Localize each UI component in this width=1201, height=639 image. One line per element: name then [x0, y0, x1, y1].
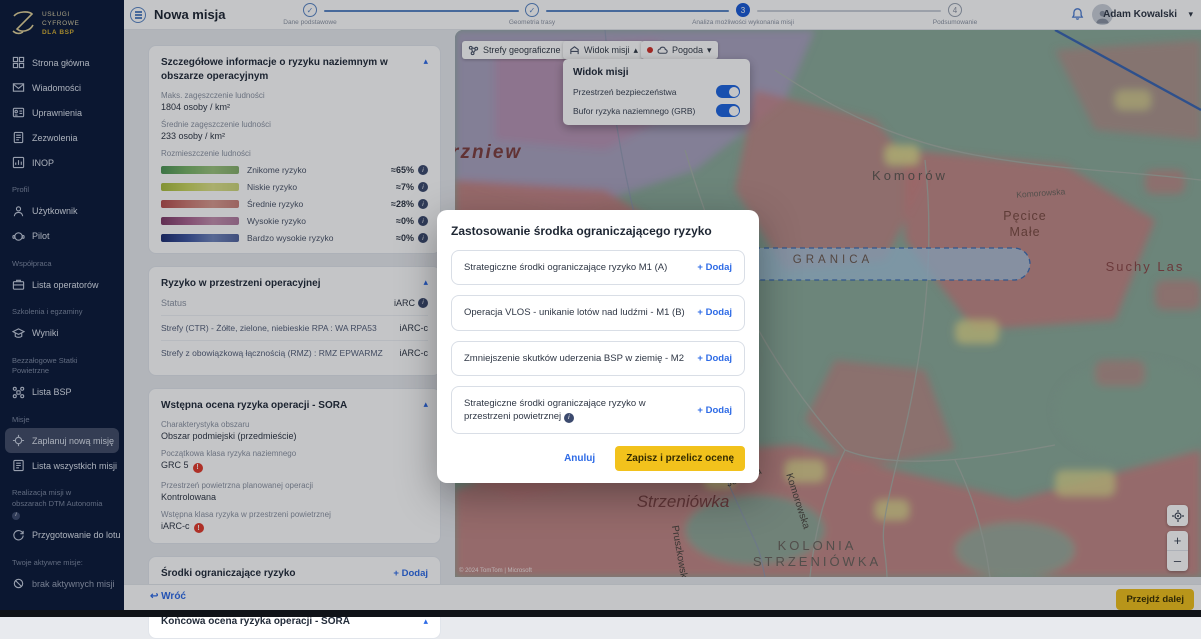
mitigation-label: Strategiczne środki ograniczające ryzyko…	[464, 261, 667, 274]
mitigation-row-airspace: Strategiczne środki ograniczające ryzyko…	[451, 386, 745, 435]
plus-icon: +	[697, 262, 703, 273]
mitigation-modal: Zastosowanie środka ograniczającego ryzy…	[437, 210, 759, 483]
add-m2-button[interactable]: + Dodaj	[697, 353, 732, 364]
mitigation-row-m2: Zmniejszenie skutków uderzenia BSP w zie…	[451, 341, 745, 376]
add-m1a-button[interactable]: + Dodaj	[697, 262, 732, 273]
cancel-button[interactable]: Anuluj	[564, 453, 595, 464]
mitigation-row-m1b: Operacja VLOS - unikanie lotów nad ludźm…	[451, 295, 745, 330]
plus-icon: +	[697, 307, 703, 318]
mitigation-label: Zmniejszenie skutków uderzenia BSP w zie…	[464, 352, 684, 365]
mitigation-label: Strategiczne środki ograniczające ryzyko…	[464, 397, 674, 424]
plus-icon: +	[697, 353, 703, 364]
collapse-chevron-icon[interactable]: ▴	[423, 616, 428, 627]
save-recalculate-button[interactable]: Zapisz i przelicz ocenę	[615, 446, 745, 471]
mitigation-row-m1a: Strategiczne środki ograniczające ryzyko…	[451, 250, 745, 285]
info-icon[interactable]: i	[564, 413, 574, 423]
modal-title: Zastosowanie środka ograniczającego ryzy…	[451, 224, 745, 238]
add-airspace-button[interactable]: + Dodaj	[697, 405, 732, 416]
add-m1b-button[interactable]: + Dodaj	[697, 307, 732, 318]
mitigation-label: Operacja VLOS - unikanie lotów nad ludźm…	[464, 306, 685, 319]
bottom-strip	[0, 610, 1201, 617]
plus-icon: +	[697, 405, 703, 416]
